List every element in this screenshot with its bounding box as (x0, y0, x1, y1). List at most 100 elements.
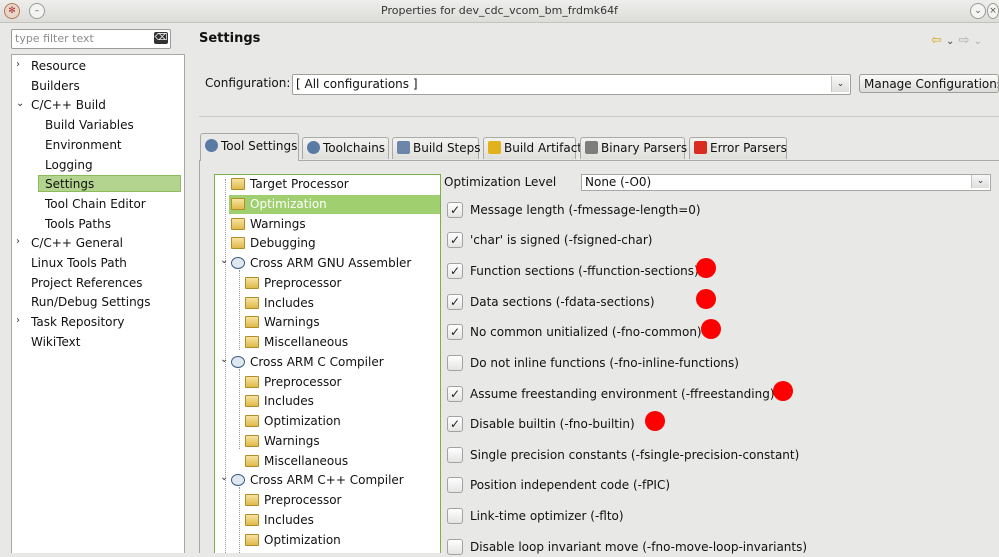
sidebar-item[interactable]: C/C++ General (31, 234, 123, 253)
filter-input[interactable] (15, 31, 145, 46)
tree-item-label: Preprocessor (264, 275, 342, 290)
folder-icon (245, 296, 259, 309)
back-menu-icon[interactable]: ⌄ (946, 36, 954, 47)
annotation-dot (645, 411, 665, 431)
sidebar-item[interactable]: C/C++ Build (31, 96, 106, 115)
sidebar-item-label: Task Repository (31, 315, 125, 330)
option-checkbox[interactable]: ✓ (447, 263, 463, 279)
close-button[interactable]: × (987, 3, 999, 19)
sidebar-item[interactable]: Run/Debug Settings (31, 293, 151, 312)
tab-tool-settings[interactable]: Tool Settings (200, 133, 299, 161)
option-row: Single precision constants (-fsingle-pre… (447, 447, 987, 465)
configuration-label: Configuration: (205, 76, 291, 90)
option-checkbox[interactable] (447, 355, 463, 371)
chevron-down-icon[interactable]: ⌄ (220, 255, 228, 266)
option-checkbox[interactable] (447, 539, 463, 555)
sidebar-item-label: Builders (31, 78, 80, 93)
tree-item-label: Preprocessor (264, 374, 342, 389)
tree-item-label: Warnings (264, 315, 320, 330)
option-checkbox[interactable]: ✓ (447, 294, 463, 310)
option-row: Link-time optimizer (-flto) (447, 508, 987, 526)
option-label: Function sections (-ffunction-sections) (470, 264, 699, 278)
sidebar-item[interactable]: Logging (45, 156, 93, 175)
tab-toolchains[interactable]: Toolchains (302, 137, 389, 159)
chevron-down-icon[interactable]: ⌄ (16, 98, 24, 109)
sidebar-item[interactable]: Settings (38, 175, 181, 193)
error-icon (694, 141, 707, 154)
option-checkbox[interactable]: ✓ (447, 202, 463, 218)
sidebar-item-label: Build Variables (45, 118, 134, 133)
window-title: Properties for dev_cdc_vcom_bm_frdmk64f (381, 4, 618, 17)
forward-menu-icon[interactable]: ⌄ (974, 36, 982, 47)
sidebar-item[interactable]: WikiText (31, 333, 81, 352)
option-label: Data sections (-fdata-sections) (470, 295, 655, 309)
option-checkbox[interactable] (447, 447, 463, 463)
filter-box: ⌫ (11, 29, 171, 49)
sidebar-item[interactable]: Build Variables (45, 116, 134, 135)
trophy-icon (488, 141, 501, 154)
tab-build-steps[interactable]: Build Steps (392, 137, 481, 159)
sidebar-item[interactable]: Tool Chain Editor (45, 195, 146, 214)
sidebar-item[interactable]: Task Repository (31, 313, 125, 332)
sidebar-item-label: Settings (45, 177, 95, 192)
option-checkbox[interactable] (447, 477, 463, 493)
title-bar: ✻ – Properties for dev_cdc_vcom_bm_frdmk… (0, 0, 999, 23)
chevron-down-icon[interactable]: ⌄ (220, 354, 228, 365)
optimization-level-value: None (-O0) (585, 175, 652, 189)
chevron-right-icon[interactable]: › (16, 315, 20, 326)
tab-binary-parsers[interactable]: Binary Parsers (580, 137, 687, 159)
chevron-right-icon[interactable]: › (16, 236, 20, 247)
tree-item[interactable]: Optimization (229, 194, 440, 214)
tree-item-label: Includes (264, 512, 314, 527)
option-label: No common unitialized (-fno-common) (470, 325, 702, 339)
folder-icon (245, 415, 259, 427)
tree-item-label: Includes (264, 295, 314, 310)
chevron-down-icon[interactable]: ⌄ (831, 76, 849, 92)
option-checkbox[interactable]: ✓ (447, 416, 463, 432)
folder-icon (245, 336, 259, 348)
folder-icon (231, 237, 245, 250)
folder-icon (245, 375, 259, 388)
configuration-select[interactable]: [ All configurations ] ⌄ (292, 74, 851, 95)
sidebar-item[interactable]: Environment (45, 136, 122, 155)
option-checkbox[interactable]: ✓ (447, 386, 463, 402)
sidebar-item-label: Resource (31, 59, 87, 73)
tree-item-label: Cross ARM C++ Compiler (250, 473, 404, 488)
folder-icon (245, 494, 259, 506)
tool-settings-tree: Target Processor Optimization Warnings Debu… (214, 174, 441, 553)
option-checkbox[interactable]: ✓ (447, 324, 463, 340)
tab-error-parsers[interactable]: Error Parsers (689, 137, 787, 159)
option-row: ✓ Function sections (-ffunction-sections) (447, 263, 987, 281)
option-row: Do not inline functions (-fno-inline-fun… (447, 355, 987, 373)
sidebar-item[interactable]: Builders (31, 77, 80, 96)
tree-item-label: Preprocessor (264, 493, 342, 507)
tab-build-artifact[interactable]: Build Artifact (483, 137, 582, 159)
chevron-right-icon[interactable]: › (16, 59, 20, 70)
sidebar-item-label: Tool Chain Editor (45, 196, 146, 211)
sidebar-item[interactable]: Linux Tools Path (31, 254, 127, 273)
annotation-dot (773, 381, 793, 401)
sidebar-item-label: Environment (45, 137, 122, 152)
folder-icon (245, 434, 259, 447)
tree-item-label: Target Processor (250, 177, 349, 191)
manage-configurations-button[interactable]: Manage Configurations... (859, 74, 999, 93)
sidebar-item[interactable]: Resource (31, 57, 86, 76)
tree-guide (239, 270, 240, 350)
chevron-down-icon[interactable]: ⌄ (220, 472, 228, 483)
tree-guide (239, 487, 240, 553)
clear-filter-icon[interactable]: ⌫ (154, 32, 168, 44)
tab-label: Build Artifact (504, 141, 582, 155)
option-checkbox[interactable] (447, 508, 463, 524)
sidebar-item[interactable]: Tools Paths (45, 215, 111, 234)
optimization-level-select[interactable]: None (-O0) ⌄ (581, 174, 991, 191)
chevron-down-icon[interactable]: ⌄ (971, 175, 989, 188)
wrench-icon (397, 141, 410, 154)
option-checkbox[interactable]: ✓ (447, 232, 463, 248)
tree-guide (225, 179, 226, 553)
back-arrow-icon[interactable]: ⇦ (931, 33, 942, 48)
separator (199, 116, 999, 117)
option-label: Single precision constants (-fsingle-pre… (470, 448, 800, 462)
forward-arrow-icon[interactable]: ⇨ (959, 33, 970, 48)
collapse-button[interactable]: ⌄ (970, 3, 986, 19)
sidebar-item[interactable]: Project References (31, 274, 143, 293)
